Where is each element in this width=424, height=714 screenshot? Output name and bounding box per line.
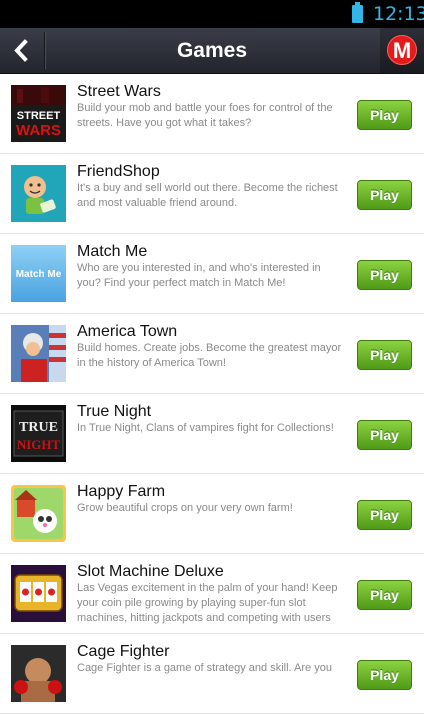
game-name: Slot Machine Deluxe (77, 563, 224, 580)
game-thumbnail (11, 485, 66, 542)
game-thumbnail: STREET WARS (11, 85, 66, 142)
svg-text:NIGHT: NIGHT (17, 437, 61, 452)
game-description: In True Night, Clans of vampires fight f… (77, 422, 334, 434)
list-item[interactable]: America Town Build homes. Create jobs. B… (0, 314, 424, 394)
game-thumbnail (11, 645, 66, 702)
game-name: Cage Fighter (77, 643, 170, 660)
play-button[interactable]: Play (357, 420, 412, 450)
play-button[interactable]: Play (357, 260, 412, 290)
battery-icon (352, 2, 363, 23)
game-name: Street Wars (77, 83, 161, 100)
game-description: Build your mob and battle your foes for … (77, 102, 333, 129)
svg-text:WARS: WARS (16, 122, 61, 139)
svg-text:TRUE: TRUE (19, 420, 58, 435)
game-thumbnail (11, 325, 66, 382)
game-thumbnail: TRUE NIGHT (11, 405, 66, 462)
list-item[interactable]: FriendShop It's a buy and sell world out… (0, 154, 424, 234)
list-item[interactable]: STREET WARS Street Wars Build your mob a… (0, 74, 424, 154)
game-description: Who are you interested in, and who's int… (77, 262, 321, 289)
game-name: True Night (77, 403, 152, 420)
menu-logo-button[interactable]: M (380, 28, 424, 73)
list-item[interactable]: Match Me Match Me Who are you interested… (0, 234, 424, 314)
game-description: Cage Fighter is a game of strategy and s… (77, 662, 332, 674)
game-name: FriendShop (77, 163, 160, 180)
status-bar: 12:13 (0, 0, 424, 28)
game-name: Match Me (77, 243, 148, 260)
m-logo-icon: M (387, 35, 417, 65)
game-thumbnail (11, 165, 66, 222)
play-button[interactable]: Play (357, 100, 412, 130)
list-item[interactable]: Slot Machine Deluxe Las Vegas excitement… (0, 554, 424, 634)
game-name: America Town (77, 323, 178, 340)
game-description: Grow beautiful crops on your very own fa… (77, 502, 293, 514)
play-button[interactable]: Play (357, 180, 412, 210)
list-item[interactable]: Cage Fighter Cage Fighter is a game of s… (0, 634, 424, 714)
play-button[interactable]: Play (357, 500, 412, 530)
game-description: Las Vegas excitement in the palm of your… (77, 582, 338, 624)
clock: 12:13 (373, 3, 424, 25)
list-item[interactable]: Happy Farm Grow beautiful crops on your … (0, 474, 424, 554)
game-name: Happy Farm (77, 483, 166, 500)
app-header: Games M (0, 28, 424, 74)
game-thumbnail (11, 565, 66, 622)
games-list: STREET WARS Street Wars Build your mob a… (0, 74, 424, 714)
svg-text:Match Me: Match Me (16, 269, 62, 280)
play-button[interactable]: Play (357, 580, 412, 610)
play-button[interactable]: Play (357, 660, 412, 690)
game-description: It's a buy and sell world out there. Bec… (77, 182, 338, 209)
play-button[interactable]: Play (357, 340, 412, 370)
list-item[interactable]: TRUE NIGHT True Night In True Night, Cla… (0, 394, 424, 474)
svg-text:STREET: STREET (17, 110, 61, 122)
page-title: Games (176, 39, 248, 62)
game-description: Build homes. Create jobs. Become the gre… (77, 342, 342, 369)
game-thumbnail: Match Me (11, 245, 66, 302)
